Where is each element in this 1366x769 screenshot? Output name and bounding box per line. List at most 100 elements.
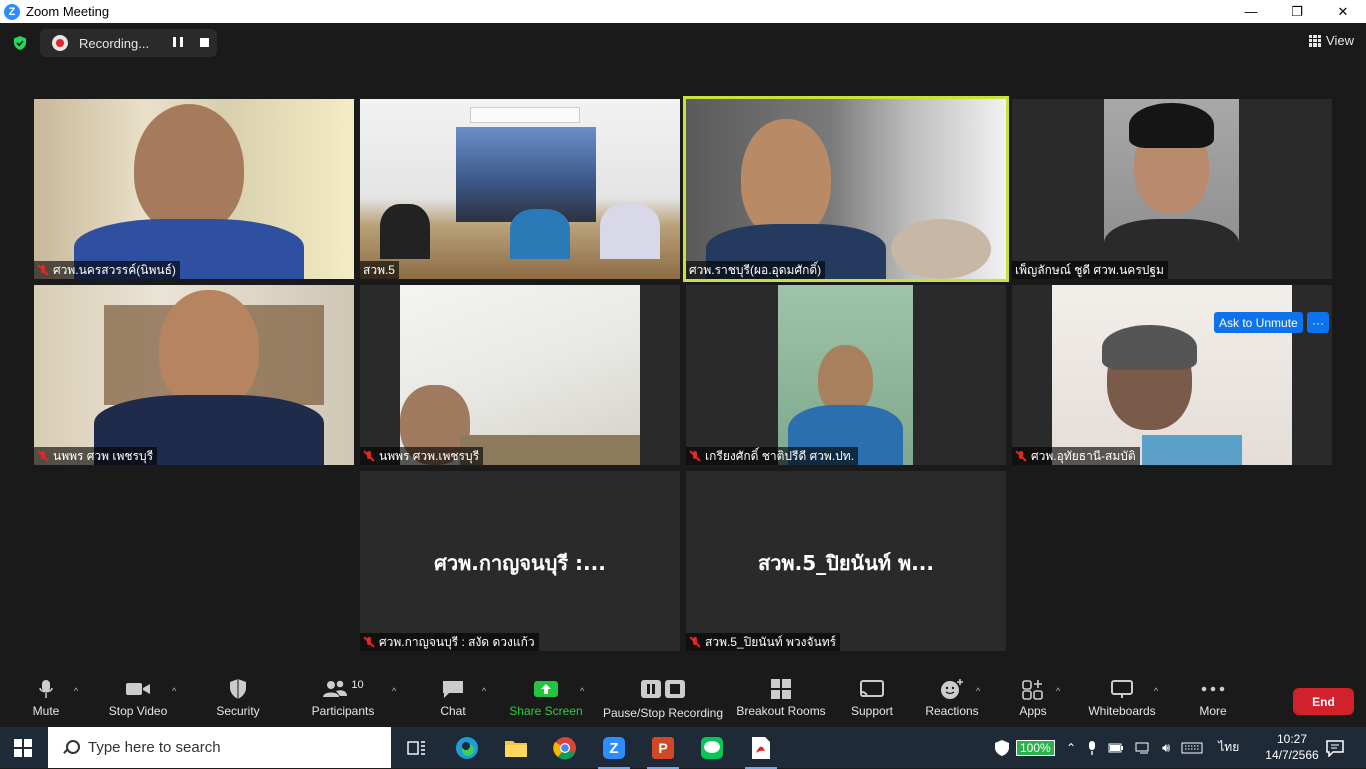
ask-to-unmute-button[interactable]: Ask to Unmute — [1214, 312, 1303, 333]
video-tile[interactable]: นพพร ศวพ.เพชรบุรี — [360, 285, 680, 465]
participant-display-name: ศวพ.กาญจนบุรี :... — [434, 551, 606, 575]
window-title: Zoom Meeting — [26, 4, 110, 19]
participant-name: นพพร ศวพ เพชรบุรี — [53, 448, 154, 463]
stop-video-label: Stop Video — [108, 704, 168, 718]
video-tile-no-video[interactable]: สวพ.5_ปิยนันท์ พ... สวพ.5_ปิยนันท์ พวงจั… — [686, 471, 1006, 651]
task-view-icon[interactable] — [404, 735, 430, 761]
file-explorer-icon[interactable] — [503, 735, 529, 761]
volume-icon[interactable]: 🔊︎ — [1162, 740, 1170, 756]
video-options-caret[interactable]: ^ — [172, 686, 176, 696]
whiteboards-options-caret[interactable]: ^ — [1154, 686, 1158, 696]
mic-muted-icon — [363, 450, 375, 462]
taskbar-search-box[interactable]: Type here to search — [48, 727, 391, 768]
whiteboard-icon — [1111, 680, 1133, 698]
more-label: More — [1199, 704, 1227, 718]
whiteboards-label: Whiteboards — [1088, 704, 1156, 718]
network-icon[interactable] — [1135, 741, 1151, 755]
system-tray: 100% — [994, 727, 1055, 768]
more-button[interactable]: More — [1196, 674, 1230, 727]
video-tile-active-speaker[interactable]: ศวพ.ราชบุรี(ผอ.อุดมศักดิ์) — [683, 96, 1009, 282]
pause-stop-recording-icon — [641, 680, 685, 698]
tile-more-options-button[interactable]: ··· — [1307, 312, 1329, 333]
security-label: Security — [216, 704, 260, 718]
battery-indicator[interactable]: 100% — [1016, 739, 1055, 756]
participant-name-bar: สวพ.5 — [360, 261, 399, 279]
encryption-shield-icon[interactable] — [12, 35, 28, 51]
microphone-tray-icon[interactable] — [1087, 740, 1097, 756]
video-tile[interactable]: เพ็ญลักษณ์ ชูดี ศวพ.นครปฐม — [1012, 99, 1332, 279]
search-icon — [62, 739, 80, 756]
participants-label: Participants — [311, 704, 375, 718]
chrome-browser-icon[interactable] — [552, 735, 578, 761]
show-hidden-icons-icon[interactable]: ⌃ — [1066, 741, 1076, 755]
stop-recording-icon[interactable] — [200, 38, 209, 47]
chat-button[interactable]: Chat — [436, 674, 470, 727]
participant-video — [34, 285, 354, 465]
video-tile[interactable]: เกรียงศักดิ์ ชาติปรีดี ศวพ.ปท. — [686, 285, 1006, 465]
video-tile[interactable]: ศวพ.นครสวรรค์(นิพนธ์) — [34, 99, 354, 279]
edge-browser-icon[interactable] — [454, 735, 480, 761]
video-tile[interactable]: สวพ.5 — [360, 99, 680, 279]
breakout-rooms-icon — [771, 679, 791, 699]
apps-options-caret[interactable]: ^ — [1056, 686, 1060, 696]
apps-button[interactable]: Apps — [1016, 674, 1050, 727]
reactions-button[interactable]: Reactions — [924, 674, 980, 727]
end-meeting-button[interactable]: End — [1293, 688, 1354, 715]
mic-muted-icon — [363, 636, 375, 648]
video-tile[interactable]: นพพร ศวพ เพชรบุรี — [34, 285, 354, 465]
video-camera-icon — [126, 683, 150, 695]
svg-text:Z: Z — [609, 740, 618, 757]
reactions-smiley-icon — [941, 679, 963, 699]
notifications-icon[interactable] — [1322, 735, 1348, 761]
participants-button[interactable]: 10 Participants — [310, 674, 376, 727]
share-options-caret[interactable]: ^ — [580, 686, 584, 696]
close-button[interactable]: ✕ — [1320, 0, 1366, 23]
pause-stop-recording-button[interactable]: Pause/Stop Recording — [602, 674, 724, 727]
support-button[interactable]: Support — [848, 674, 896, 727]
clock-date: 14/7/2566 — [1265, 748, 1319, 762]
security-button[interactable]: Security — [214, 674, 262, 727]
participant-name-bar: เพ็ญลักษณ์ ชูดี ศวพ.นครปฐม — [1012, 261, 1168, 279]
microphone-icon — [39, 680, 53, 698]
share-screen-icon — [534, 681, 558, 697]
breakout-rooms-label: Breakout Rooms — [736, 704, 826, 718]
mic-muted-icon — [689, 450, 701, 462]
share-screen-label: Share Screen — [509, 704, 583, 718]
powerpoint-icon[interactable]: P — [647, 735, 679, 769]
maximize-button[interactable]: ❐ — [1274, 0, 1320, 23]
participants-options-caret[interactable]: ^ — [392, 686, 396, 696]
participant-name-bar: นพพร ศวพ.เพชรบุรี — [360, 447, 484, 465]
video-tile-no-video[interactable]: ศวพ.กาญจนบุรี :... ศวพ.กาญจนบุรี : สงัด … — [360, 471, 680, 651]
reactions-options-caret[interactable]: ^ — [976, 686, 980, 696]
security-shield-icon — [230, 679, 246, 699]
pdf-reader-icon[interactable] — [745, 735, 777, 769]
participant-name: ศวพ.นครสวรรค์(นิพนธ์) — [53, 262, 176, 277]
stop-video-button[interactable]: Stop Video — [106, 674, 170, 727]
breakout-rooms-button[interactable]: Breakout Rooms — [736, 674, 826, 727]
minimize-button[interactable]: — — [1228, 0, 1274, 23]
chat-options-caret[interactable]: ^ — [482, 686, 486, 696]
windows-start-icon[interactable] — [14, 739, 32, 757]
mic-muted-icon — [37, 450, 49, 462]
audio-options-caret[interactable]: ^ — [74, 686, 78, 696]
participants-icon — [323, 680, 348, 697]
keyboard-icon[interactable] — [1181, 742, 1203, 754]
support-cast-icon — [860, 680, 884, 698]
participant-name-bar: นพพร ศวพ เพชรบุรี — [34, 447, 158, 465]
windows-taskbar: Type here to search Z P 100% ⌃ 🔊︎ ไทย 10… — [0, 727, 1366, 769]
line-app-icon[interactable] — [699, 735, 725, 761]
view-button[interactable]: View — [1309, 33, 1354, 48]
share-screen-button[interactable]: Share Screen — [508, 674, 584, 727]
taskbar-clock[interactable]: 10:27 14/7/2566 — [1262, 731, 1322, 763]
battery-tray-icon[interactable] — [1108, 742, 1124, 754]
defender-shield-icon[interactable] — [994, 739, 1010, 757]
mute-button[interactable]: Mute — [28, 674, 64, 727]
participant-name-bar: สวพ.5_ปิยนันท์ พวงจันทร์ — [686, 633, 841, 651]
participant-video — [1104, 99, 1239, 279]
whiteboards-button[interactable]: Whiteboards — [1086, 674, 1158, 727]
participant-video — [778, 285, 913, 465]
input-language[interactable]: ไทย — [1218, 738, 1239, 757]
pause-recording-icon[interactable] — [173, 37, 183, 49]
recording-indicator: Recording... — [40, 29, 217, 57]
zoom-app-icon[interactable]: Z — [598, 735, 630, 769]
